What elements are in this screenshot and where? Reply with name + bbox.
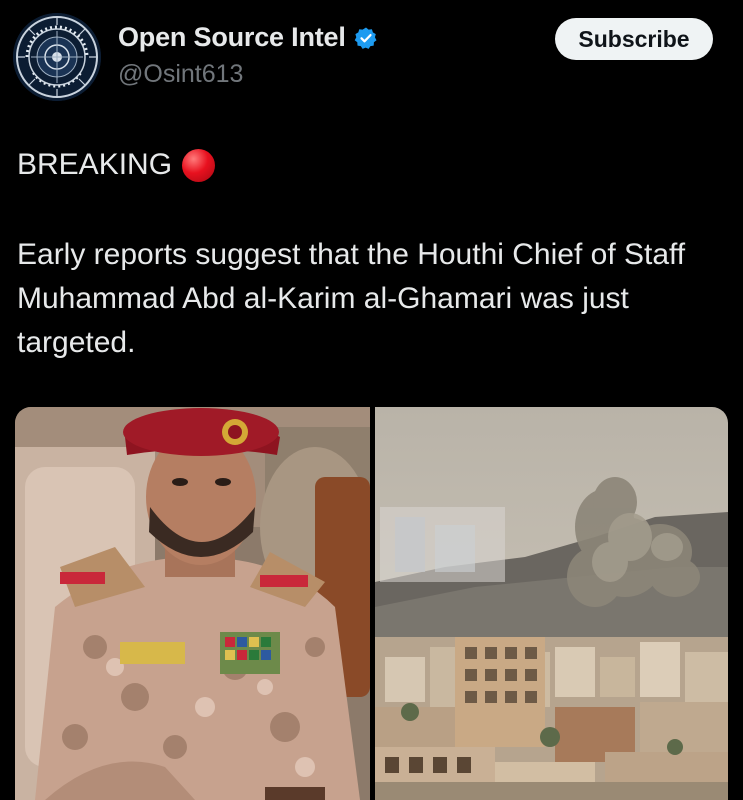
post-card: Open Source Intel @Osint613 Subscribe BR… bbox=[0, 0, 743, 800]
officer-portrait-image bbox=[15, 407, 370, 800]
city-smoke-plume-image bbox=[375, 407, 728, 800]
media-photo-officer-portrait[interactable] bbox=[15, 407, 370, 800]
author-display-name[interactable]: Open Source Intel bbox=[118, 22, 346, 53]
subscribe-button[interactable]: Subscribe bbox=[555, 18, 713, 60]
red-circle-icon bbox=[182, 148, 216, 182]
author-handle[interactable]: @Osint613 bbox=[118, 60, 243, 89]
breaking-headline: BREAKING bbox=[17, 148, 216, 182]
breaking-label: BREAKING bbox=[17, 148, 173, 181]
verified-badge-icon bbox=[354, 27, 377, 49]
osint-seal-logo-icon bbox=[13, 13, 101, 101]
media-photo-city-smoke[interactable] bbox=[375, 407, 728, 800]
post-body-text: Early reports suggest that the Houthi Ch… bbox=[17, 238, 686, 359]
author-name-row: Open Source Intel bbox=[118, 22, 378, 53]
avatar[interactable] bbox=[13, 13, 101, 101]
